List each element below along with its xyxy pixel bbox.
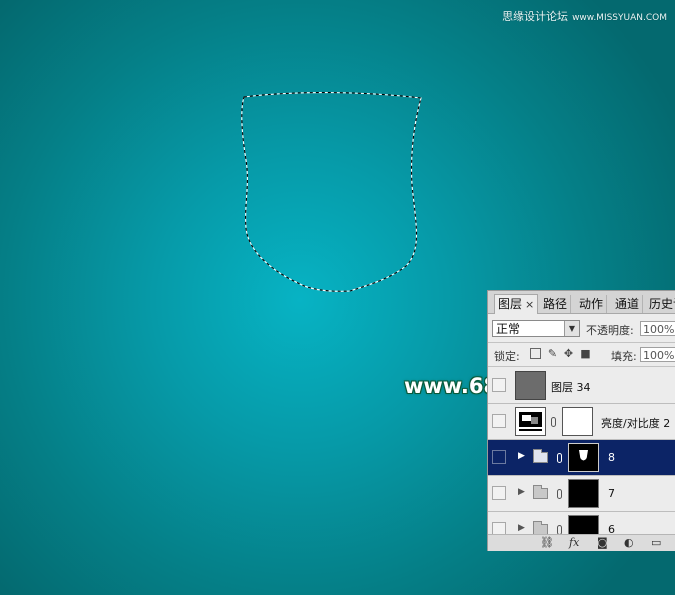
blend-mode-value: 正常: [496, 322, 521, 336]
expand-triangle-icon[interactable]: ▶: [518, 523, 525, 533]
tab-channels[interactable]: 通道: [612, 295, 644, 313]
divider: [488, 366, 675, 367]
tab-layers[interactable]: 图层 ×: [494, 294, 539, 314]
brightness-contrast-glyph: [519, 412, 542, 431]
layers-panel: 图层× 路径 动作 通道 历史记录 正常 ▼ 不透明度: 100% 锁定: ✎ …: [487, 290, 675, 551]
lock-brush-icon[interactable]: ✎: [547, 348, 558, 359]
panel-tab-bar: 图层× 路径 动作 通道 历史记录: [488, 291, 675, 314]
layer-name: 图层 34: [551, 381, 591, 394]
tab-actions[interactable]: 动作: [576, 295, 608, 313]
link-chain-icon[interactable]: [557, 453, 562, 463]
watermark-top: 思缘设计论坛 www.MISSYUAN.COM: [502, 8, 667, 24]
layer-name: 6: [608, 523, 615, 534]
opacity-input[interactable]: 100%: [640, 321, 675, 336]
layer-row[interactable]: ▶ 7: [488, 476, 675, 512]
adjustment-icon[interactable]: ◐: [624, 536, 634, 550]
layer-row-selected[interactable]: ▶ 8: [488, 440, 675, 476]
lock-label: 锁定:: [494, 350, 520, 363]
chevron-down-icon[interactable]: ▼: [564, 321, 579, 336]
tab-history[interactable]: 历史记录: [646, 295, 675, 313]
link-icon[interactable]: ⛓: [540, 536, 554, 550]
mask-icon[interactable]: ◙: [597, 536, 608, 550]
visibility-toggle[interactable]: [492, 522, 506, 534]
layer-name: 8: [608, 451, 615, 464]
fill-input[interactable]: 100%: [640, 347, 675, 362]
folder-icon: [533, 521, 548, 534]
shield-mask-glyph: [579, 450, 588, 461]
link-chain-icon[interactable]: [557, 489, 562, 499]
watermark-top-text: 思缘设计论坛: [502, 10, 569, 23]
mask-thumbnail: [568, 479, 599, 508]
layer-name: 亮度/对比度 2: [601, 417, 671, 430]
link-chain-icon[interactable]: [551, 417, 556, 427]
fill-label: 填充:: [611, 350, 637, 363]
layer-row[interactable]: 图层 34: [488, 368, 675, 404]
lock-move-icon[interactable]: ✥: [563, 348, 574, 359]
panel-footer: ⛓ fx ◙ ◐ ▭: [488, 534, 675, 551]
close-icon[interactable]: ×: [525, 298, 534, 311]
visibility-toggle[interactable]: [492, 414, 506, 428]
mask-thumbnail: [568, 443, 599, 472]
mask-thumbnail: [568, 515, 599, 534]
folder-icon: [533, 485, 548, 499]
visibility-toggle[interactable]: [492, 378, 506, 392]
selection-marquee[interactable]: [241, 92, 422, 292]
lock-transparent-icon[interactable]: [530, 348, 541, 359]
folder-icon: [533, 449, 548, 463]
opacity-label: 不透明度:: [586, 324, 634, 337]
mask-thumbnail: [562, 407, 593, 436]
tab-paths[interactable]: 路径: [540, 295, 572, 313]
layer-row[interactable]: 亮度/对比度 2: [488, 404, 675, 440]
layer-row[interactable]: ▶ 6: [488, 512, 675, 534]
new-group-icon[interactable]: ▭: [651, 536, 661, 550]
lock-all-icon[interactable]: ■: [580, 348, 591, 359]
layer-name: 7: [608, 487, 615, 500]
expand-triangle-icon[interactable]: ▶: [518, 451, 525, 461]
visibility-toggle[interactable]: [492, 450, 506, 464]
adjustment-icon: [515, 407, 546, 436]
link-chain-icon[interactable]: [557, 525, 562, 534]
watermark-top-site: www.MISSYUAN.COM: [572, 13, 667, 23]
blend-mode-select[interactable]: 正常 ▼: [492, 320, 580, 337]
tab-layers-label: 图层: [498, 297, 523, 311]
layer-thumbnail: [515, 371, 546, 400]
visibility-toggle[interactable]: [492, 486, 506, 500]
divider: [488, 342, 675, 343]
fx-icon[interactable]: fx: [569, 536, 579, 550]
expand-triangle-icon[interactable]: ▶: [518, 487, 525, 497]
selection-marquee-ants: [241, 92, 422, 292]
